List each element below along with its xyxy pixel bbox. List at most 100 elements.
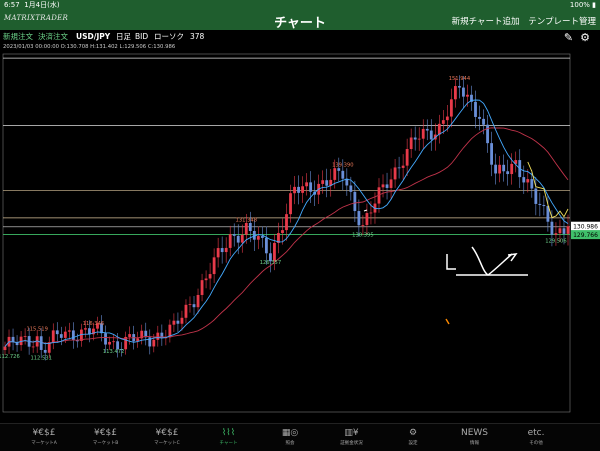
candle-body [458, 86, 461, 88]
price-chart[interactable]: 151.944 139.390 131.348 116.346 115.519 130.3… [0, 51, 600, 423]
price-annotation: 112.531 [30, 355, 51, 361]
candle-body [208, 274, 212, 279]
price-annotation: 130.395 [352, 232, 373, 238]
candle-body [462, 87, 465, 97]
candle-body [321, 180, 325, 184]
candle-body [184, 304, 188, 318]
candle-body [59, 334, 63, 338]
tab-label: 照会 [285, 441, 295, 446]
position-price-label: 129.766 [573, 232, 598, 239]
ohlc-readout: 2023/01/03 00:00:00 O:130.708 H:131.402 … [3, 44, 176, 50]
tab-icon: NEWS [460, 428, 489, 438]
candle-body [43, 349, 47, 353]
candle-body [490, 143, 494, 165]
candle-body [554, 233, 558, 235]
candle-body [325, 180, 329, 186]
candle-body [445, 116, 449, 121]
candle-body [349, 185, 353, 192]
tab-1[interactable]: ¥€$£ マーケットA [20, 427, 68, 446]
candle-body [240, 234, 244, 243]
candle-body [550, 221, 554, 235]
tab-8[interactable]: NEWS 情報 [451, 427, 499, 446]
tab-6[interactable]: ▥¥ 証拠金状況 [328, 427, 376, 446]
candle-body [297, 186, 300, 193]
tab-label: マーケットA [31, 441, 57, 446]
currency-pair-select[interactable]: USD/JPY [76, 30, 110, 44]
new-order-button[interactable]: 新規注文 [3, 30, 33, 44]
candle-body [421, 128, 425, 139]
candle-body [216, 248, 220, 258]
candle-body [409, 137, 413, 150]
candle-body [273, 242, 276, 262]
tab-label: チャート [219, 441, 238, 446]
candle-body [478, 116, 481, 119]
current-price-label: 130.986 [573, 224, 598, 231]
candle-body [365, 213, 369, 226]
drawing-stroke [507, 253, 518, 262]
tab-2[interactable]: ¥€$£ マーケットB [82, 427, 130, 446]
candle-body [256, 236, 260, 240]
candle-body [353, 191, 357, 212]
tab-4[interactable]: ⌇⌇⌇ チャート [205, 427, 253, 446]
chart-type-select[interactable]: ローソク [154, 30, 184, 44]
candle-body [248, 222, 252, 231]
candle-body [71, 330, 75, 341]
candle-body [281, 230, 284, 234]
settle-order-button[interactable]: 決済注文 [38, 30, 68, 44]
candle-body [63, 331, 67, 338]
tab-3[interactable]: ¥€$£ マーケットC [143, 427, 191, 446]
tab-label: 設定 [408, 441, 418, 446]
tab-9[interactable]: etc. その他 [512, 427, 560, 446]
candle-body [381, 184, 385, 188]
bottom-tab-bar: ¥€$£ マーケットA ¥€$£ マーケットB ¥€$£ マーケットC ⌇⌇⌇ チャート ▦◎ 照… [0, 423, 600, 451]
candle-body [341, 170, 345, 179]
tab-label: マーケットC [154, 441, 180, 446]
candle-body [486, 124, 489, 144]
candle-body [305, 182, 309, 187]
candle-body [84, 328, 87, 330]
tab-icon: ¥€$£ [155, 428, 179, 438]
price-annotation: 112.726 [0, 354, 20, 360]
candle-body [506, 171, 510, 175]
bid-ask-select[interactable]: BID [135, 30, 148, 44]
template-manage-button[interactable]: テンプレート管理 [528, 17, 596, 27]
period-select[interactable]: 日足 [116, 30, 131, 44]
candle-body [301, 186, 304, 193]
pencil-icon[interactable]: ✎ [564, 31, 573, 44]
gear-icon[interactable]: ⚙ [580, 31, 590, 44]
candle-body [128, 334, 132, 337]
candle-body [474, 101, 477, 117]
candle-body [55, 330, 59, 335]
tab-icon: ¥€$£ [94, 428, 117, 438]
candle-body [449, 99, 453, 117]
candle-body [192, 304, 196, 308]
candle-body [152, 339, 156, 347]
candle-body [156, 332, 160, 340]
candle-body [389, 179, 393, 188]
bar-count[interactable]: 378 [190, 30, 204, 44]
tab-label: マーケットB [92, 441, 119, 446]
tab-5[interactable]: ▦◎ 照会 [266, 427, 314, 446]
tab-label: その他 [529, 441, 543, 446]
candle-body [441, 120, 445, 124]
candle-body [176, 320, 180, 324]
candle-body [212, 257, 216, 275]
price-annotation: 115.519 [26, 327, 47, 333]
candle-body [534, 188, 538, 204]
candle-body [401, 165, 405, 168]
candle-body [31, 346, 35, 348]
candle-body [417, 138, 421, 140]
candle-body [393, 167, 397, 180]
add-chart-button[interactable]: 新規チャート追加 [452, 17, 520, 27]
candle-body [361, 225, 365, 226]
candle-body [244, 222, 248, 235]
candle-body [172, 320, 176, 325]
candle-body [260, 236, 264, 238]
status-time-date: 6:57 1月4日(水) [4, 1, 60, 9]
tab-7[interactable]: ⚙ 設定 [389, 427, 437, 446]
candle-body [112, 341, 115, 343]
candle-body [264, 237, 268, 254]
candle-body [220, 248, 224, 253]
candle-body [566, 226, 570, 234]
candle-body [437, 123, 441, 135]
